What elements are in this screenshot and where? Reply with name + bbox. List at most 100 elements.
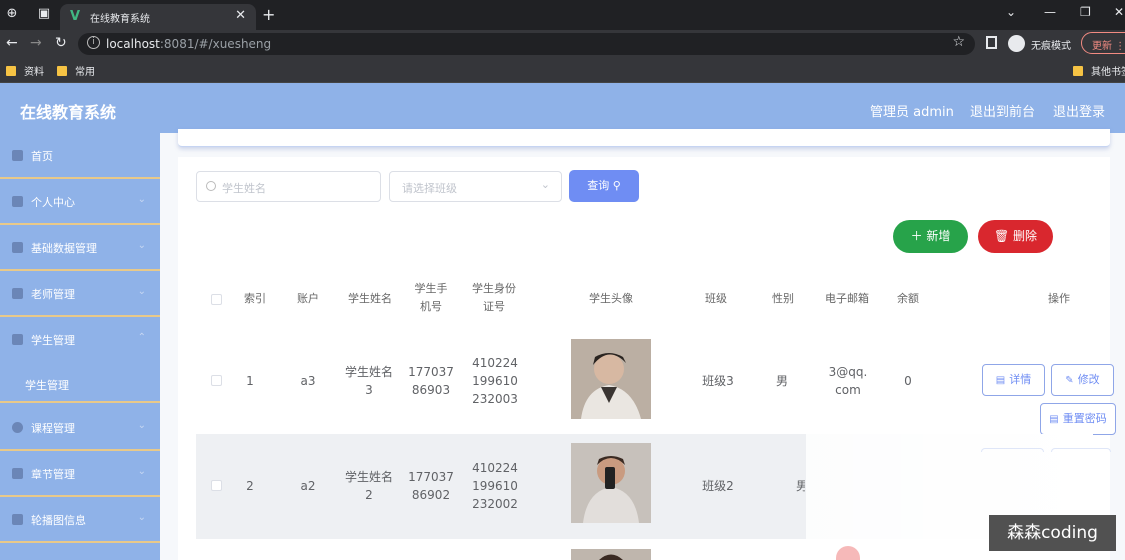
sidebar-item-students[interactable]: 学生管理 ⌃ — [0, 317, 160, 363]
col-account: 账户 — [297, 292, 319, 305]
row-checkbox[interactable] — [211, 375, 222, 386]
detail-button[interactable]: ▤ 详情 — [982, 364, 1045, 396]
window-close-icon[interactable]: ✕ — [1114, 5, 1124, 19]
detail-button-partial — [981, 448, 1044, 452]
bookmark-star-icon[interactable]: ☆ — [952, 34, 965, 50]
watermark-label: 森森coding — [989, 515, 1116, 551]
cell-index: 1 — [246, 374, 254, 388]
col-avatar: 学生头像 — [589, 292, 633, 305]
bookmarks-bar: 资料 常用 其他书签 — [0, 57, 1125, 83]
delete-button[interactable]: 🗑 删除 — [978, 220, 1053, 253]
col-index: 索引 — [244, 292, 266, 305]
edit-button[interactable]: ✎ 修改 — [1051, 364, 1114, 396]
sidebar-item-label: 老师管理 — [31, 288, 75, 301]
chevron-down-icon: ⌄ — [137, 194, 146, 205]
sidebar-subitem-student-manage[interactable]: 学生管理 — [0, 363, 160, 403]
bookmark-folder-ziliao[interactable]: 资料 — [6, 63, 44, 78]
student-avatar-image — [571, 443, 651, 523]
sidebar-item-label: 课程管理 — [31, 422, 75, 435]
chevron-down-icon: ⌄ — [137, 466, 146, 477]
cell-gender: 男 — [775, 374, 788, 388]
url-text: localhost:8081/#/xuesheng — [106, 37, 272, 51]
sidebar-item-chapters[interactable]: 章节管理 ⌄ — [0, 451, 160, 497]
back-icon[interactable]: ← — [6, 35, 18, 51]
chevron-up-icon: ⌃ — [137, 332, 146, 343]
cell-gender: 男 — [796, 479, 805, 493]
sidebar-item-label: 首页 — [31, 150, 53, 163]
col-class: 班级 — [705, 292, 727, 305]
col-email: 电子邮箱 — [825, 292, 869, 305]
tab-list-chevron-icon[interactable]: ⌄ — [1006, 5, 1016, 19]
minimize-icon[interactable]: — — [1044, 5, 1056, 19]
sidebar: 首页 个人中心 ⌄ 基础数据管理 ⌄ 老师管理 ⌄ 学生管理 ⌃ 学生管理 课程… — [0, 133, 160, 560]
table-header: 索引 账户 学生姓名 学生手机号 学生身份证号 学生头像 班级 性别 电子邮箱 … — [196, 269, 1093, 329]
sidebar-item-label: 轮播图信息 — [31, 514, 86, 527]
reload-icon[interactable]: ↻ — [55, 35, 67, 51]
search-icon — [206, 181, 216, 191]
col-name: 学生姓名 — [348, 292, 392, 305]
select-all-checkbox[interactable] — [211, 294, 222, 305]
student-avatar-image — [571, 549, 651, 560]
incognito-icon — [1008, 35, 1025, 52]
row-checkbox[interactable] — [211, 480, 222, 491]
sidebar-item-label: 学生管理 — [31, 334, 75, 347]
browser-tab-active[interactable]: V 在线教育系统 ✕ — [60, 4, 256, 30]
cell-name: 学生姓名3 — [344, 365, 393, 397]
sidebar-item-profile[interactable]: 个人中心 ⌄ — [0, 179, 160, 225]
exit-to-front-link[interactable]: 退出到前台 — [970, 101, 1035, 120]
breadcrumb-card — [178, 129, 1110, 147]
restore-icon[interactable]: ❐ — [1080, 5, 1091, 19]
edit-icon: ✎ — [1065, 375, 1074, 386]
folder-icon — [57, 66, 67, 76]
student-icon — [12, 334, 23, 345]
input-placeholder: 学生姓名 — [222, 182, 266, 195]
browser-menu-icon[interactable]: ⊕ — [4, 6, 20, 22]
update-button[interactable]: 更新 ⋮ — [1081, 32, 1125, 54]
table-row — [196, 539, 1093, 560]
select-placeholder: 请选择班级 — [402, 182, 457, 195]
forward-icon[interactable]: → — [30, 35, 42, 51]
tab-search-icon[interactable]: ▣ — [36, 6, 52, 22]
browser-toolbar: ← → ↻ i localhost:8081/#/xuesheng ☆ — [0, 30, 1125, 57]
folder-icon — [6, 66, 16, 76]
tab-close-icon[interactable]: ✕ — [235, 8, 246, 23]
vue-logo-icon: V — [70, 9, 81, 24]
cell-class: 班级3 — [702, 374, 734, 388]
reset-password-button[interactable]: ▤ 重置密码 — [1040, 403, 1116, 435]
data-icon — [12, 242, 23, 253]
sidebar-item-home[interactable]: 首页 — [0, 133, 160, 179]
side-panel-icon[interactable] — [986, 36, 997, 49]
carousel-icon — [12, 514, 23, 525]
col-phone: 学生手机号 — [414, 282, 448, 313]
main-area: 学生姓名 请选择班级 ⌄ 查询 ⚲ ＋ 新增 🗑 删除 索引 账户 学生姓名 学… — [160, 129, 1125, 560]
class-select[interactable]: 请选择班级 ⌄ — [389, 171, 562, 202]
cell-name: 学生姓名2 — [344, 470, 393, 502]
cell-index: 2 — [246, 479, 254, 493]
site-info-icon[interactable]: i — [87, 36, 100, 49]
chevron-down-icon: ⌄ — [137, 512, 146, 523]
cell-id-card: 410224199610232002 — [472, 461, 518, 511]
address-bar[interactable]: i localhost:8081/#/xuesheng ☆ — [78, 33, 975, 55]
sidebar-item-label: 章节管理 — [31, 468, 75, 481]
plus-icon: ＋ — [910, 229, 923, 243]
incognito-label: 无痕模式 — [1031, 41, 1071, 52]
col-ops: 操作 — [1048, 292, 1070, 305]
cell-balance: 0 — [904, 374, 912, 388]
bookmark-folder-changyong[interactable]: 常用 — [57, 63, 95, 78]
document-icon: ▤ — [1049, 414, 1059, 425]
sidebar-subitem-label: 学生管理 — [25, 379, 69, 392]
chevron-down-icon: ⌄ — [137, 420, 146, 431]
add-button[interactable]: ＋ 新增 — [893, 220, 968, 253]
table-row: 1 a3 学生姓名3 17703786903 41022419961023200… — [196, 329, 1116, 435]
sidebar-item-courses[interactable]: 课程管理 ⌄ — [0, 405, 160, 451]
sidebar-item-carousel[interactable]: 轮播图信息 ⌄ — [0, 497, 160, 543]
new-tab-icon[interactable]: + — [262, 5, 275, 24]
sidebar-item-basic-data[interactable]: 基础数据管理 ⌄ — [0, 225, 160, 271]
badge-partial — [836, 546, 860, 560]
logout-link[interactable]: 退出登录 — [1053, 101, 1105, 120]
other-bookmarks[interactable]: 其他书签 — [1073, 63, 1125, 78]
sidebar-item-teachers[interactable]: 老师管理 ⌄ — [0, 271, 160, 317]
student-name-input[interactable]: 学生姓名 — [196, 171, 381, 202]
cell-phone: 17703786902 — [408, 470, 454, 502]
query-button[interactable]: 查询 ⚲ — [569, 170, 639, 202]
